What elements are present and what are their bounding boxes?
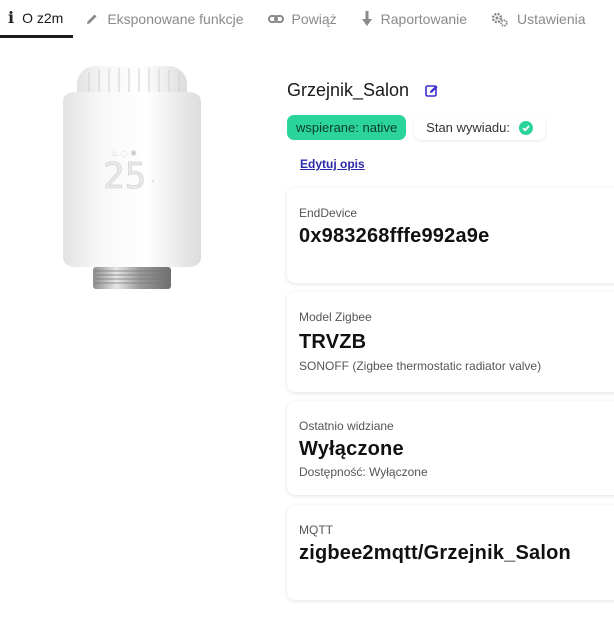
download-arrow-icon bbox=[361, 11, 373, 27]
edit-name-icon[interactable] bbox=[425, 84, 439, 98]
device-name: Grzejnik_Salon bbox=[287, 80, 410, 100]
tab-about[interactable]: i O z2m bbox=[0, 0, 74, 38]
last-seen-value: Wyłączone bbox=[299, 438, 404, 460]
device-tabs: i O z2m Eksponowane funkcje Powiąż Rapor… bbox=[0, 0, 614, 38]
zigbee-model-value: TRVZB bbox=[299, 331, 367, 353]
pencil-icon bbox=[85, 12, 99, 26]
svg-text:°: ° bbox=[151, 179, 155, 188]
interview-label: Stan wywiadu: bbox=[426, 120, 510, 135]
svg-text:♨ ◌ ✱: ♨ ◌ ✱ bbox=[111, 149, 137, 158]
support-badge: wspierane: native bbox=[287, 115, 407, 140]
zigbee-model-card: Model Zigbee TRVZB SONOFF (Zigbee thermo… bbox=[287, 292, 614, 392]
tab-reporting-label: Raportowanie bbox=[380, 11, 468, 27]
status-badges: wspierane: native Stan wywiadu: bbox=[287, 115, 545, 140]
mqtt-card: MQTT zigbee2mqtt/Grzejnik_Salon bbox=[287, 505, 614, 600]
availability-text: Dostępność: Wyłączone bbox=[299, 465, 428, 479]
zigbee-model-label: Model Zigbee bbox=[299, 310, 372, 324]
mqtt-label: MQTT bbox=[299, 523, 333, 537]
tab-bind-label: Powiąż bbox=[291, 11, 337, 27]
tab-settings-label: Ustawienia bbox=[517, 11, 586, 27]
last-seen-card: Ostatnio widziane Wyłączone Dostępność: … bbox=[287, 401, 614, 495]
tab-reporting[interactable]: Raportowanie bbox=[349, 0, 479, 38]
last-seen-label: Ostatnio widziane bbox=[299, 419, 394, 433]
tab-exposes[interactable]: Eksponowane funkcje bbox=[73, 0, 255, 38]
tab-bind[interactable]: Powiąż bbox=[256, 0, 349, 38]
info-icon: i bbox=[8, 8, 15, 27]
tab-about-label: O z2m bbox=[22, 9, 64, 26]
device-title-row: Grzejnik_Salon bbox=[287, 80, 439, 101]
mqtt-topic: zigbee2mqtt/Grzejnik_Salon bbox=[299, 542, 571, 564]
tab-settings[interactable]: Ustawienia bbox=[479, 0, 597, 38]
link-icon bbox=[267, 12, 284, 26]
check-circle-icon bbox=[519, 120, 533, 135]
tab-exposes-label: Eksponowane funkcje bbox=[107, 11, 244, 27]
ieee-address: 0x983268fffe992a9e bbox=[299, 225, 490, 247]
interview-status: Stan wywiadu: bbox=[414, 115, 545, 140]
device-image: 25 ♨ ◌ ✱ ° bbox=[55, 62, 210, 297]
display-reading: 25 bbox=[103, 156, 146, 197]
device-type-card: EndDevice 0x983268fffe992a9e bbox=[287, 188, 614, 283]
zigbee-model-description: SONOFF (Zigbee thermostatic radiator val… bbox=[299, 359, 542, 373]
gears-icon bbox=[491, 11, 509, 27]
edit-description-link[interactable]: Edytuj opis bbox=[300, 157, 365, 171]
device-type-label: EndDevice bbox=[299, 206, 358, 220]
